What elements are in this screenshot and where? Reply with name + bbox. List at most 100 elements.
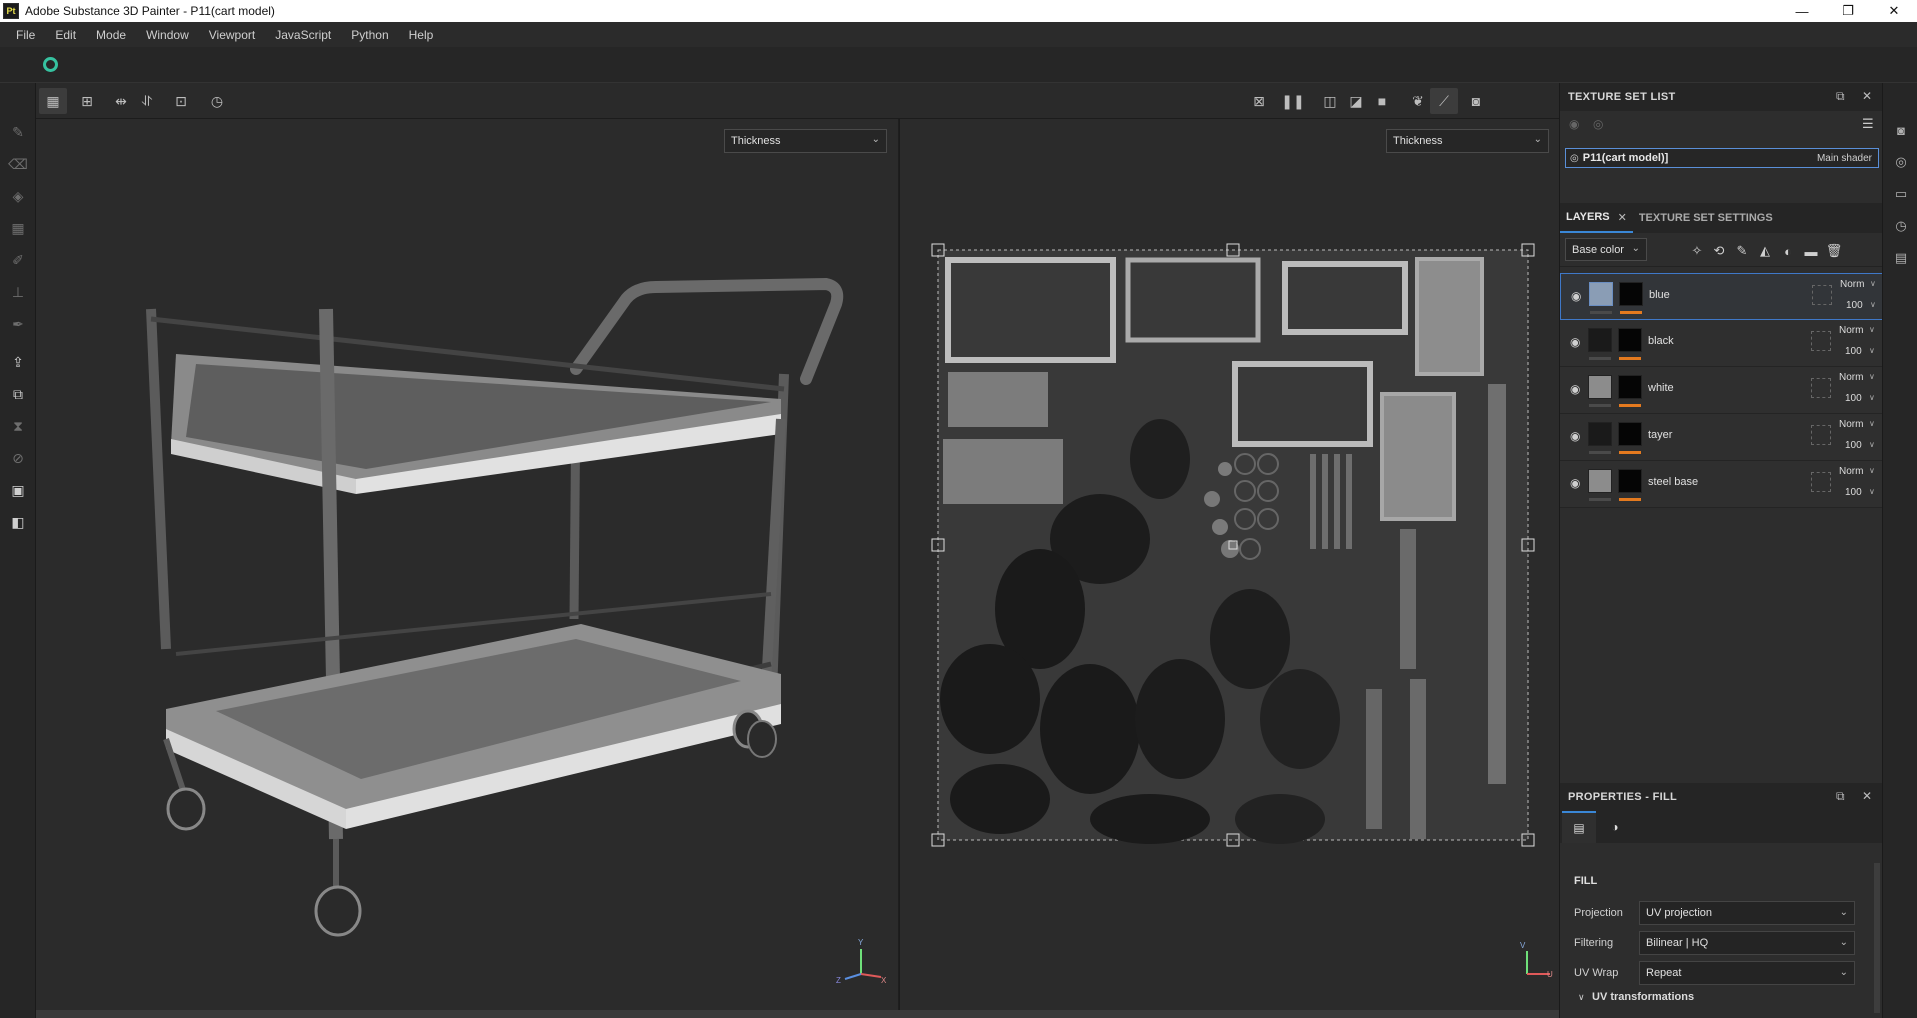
uv-transformations-section[interactable]: ∨ UV transformations	[1560, 989, 1883, 1009]
environment-icon[interactable]: ❦	[1404, 88, 1432, 114]
layer-row[interactable]: ◉ blue Norm ∨ 100 ∨	[1560, 273, 1883, 320]
undock-icon[interactable]: ⧉	[1836, 89, 1845, 104]
cut-tool-icon[interactable]: ⊘	[9, 449, 27, 467]
layer-row[interactable]: ◉ white Norm ∨ 100 ∨	[1560, 367, 1883, 414]
delete-layer-icon[interactable]: 🗑	[1825, 242, 1843, 260]
layer-row[interactable]: ◉ tayer Norm ∨ 100 ∨	[1560, 414, 1883, 461]
viewport-3d[interactable]: Thickness ⌄ Y X Z	[36, 119, 898, 1010]
undock-icon[interactable]: ⧉	[1836, 789, 1845, 804]
grid-mode-icon[interactable]: ⊞	[73, 88, 101, 114]
uvwrap-select[interactable]: Repeat ⌄	[1639, 961, 1855, 985]
layer-mask-slot[interactable]	[1811, 378, 1831, 398]
layer-mask-thumbnail[interactable]	[1618, 422, 1642, 446]
screenshot-icon[interactable]: ◙	[1462, 88, 1490, 114]
eye-icon[interactable]: ◉	[1570, 476, 1580, 490]
plugin-status-icon[interactable]	[43, 57, 58, 72]
add-paint-layer-icon[interactable]: ✎	[1733, 242, 1751, 260]
eye-icon[interactable]: ◎	[1570, 153, 1579, 164]
close-panel-icon[interactable]: ✕	[1862, 89, 1872, 103]
color-picker-icon[interactable]: ✒	[9, 315, 27, 333]
layer-mask-slot[interactable]	[1811, 472, 1831, 492]
layer-mask-slot[interactable]	[1811, 425, 1831, 445]
menu-window[interactable]: Window	[136, 28, 199, 42]
menu-javascript[interactable]: JavaScript	[265, 28, 341, 42]
close-panel-icon[interactable]: ✕	[1862, 789, 1872, 803]
camera-icon[interactable]: ■	[1368, 88, 1396, 114]
properties-scrollbar[interactable]	[1874, 863, 1880, 1013]
eye-icon[interactable]: ◉	[1570, 335, 1580, 349]
tab-texture-set-settings[interactable]: TEXTURE SET SETTINGS	[1633, 203, 1779, 233]
menu-python[interactable]: Python	[341, 28, 398, 42]
clone-stamp-icon[interactable]: ⊥	[9, 283, 27, 301]
add-mask-icon[interactable]: ⟲	[1710, 242, 1728, 260]
texture-set-shader[interactable]: Main shader	[1817, 153, 1872, 164]
smudge-icon[interactable]: ✐	[9, 251, 27, 269]
close-window-button[interactable]: ✕	[1871, 0, 1917, 22]
minimize-button[interactable]: —	[1779, 0, 1825, 22]
opacity-value[interactable]: 100	[1845, 393, 1862, 404]
eye-icon[interactable]: ◉	[1570, 429, 1580, 443]
symmetry-y-icon[interactable]: ⥯	[133, 88, 161, 114]
measure-icon[interactable]: ⧗	[9, 417, 27, 435]
layer-mask-thumbnail[interactable]	[1619, 282, 1643, 306]
projection-select[interactable]: UV projection ⌄	[1639, 901, 1855, 925]
projection-icon[interactable]: ◈	[9, 187, 27, 205]
material-tab-icon[interactable]: ◑	[1600, 811, 1630, 843]
eye-icon[interactable]: ◉	[1571, 289, 1581, 303]
eraser-icon[interactable]: ⌫	[8, 155, 28, 173]
viewport-2d-uv[interactable]: Thickness ⌄ V U	[899, 119, 1559, 1010]
select-mode-icon[interactable]: ▦	[39, 88, 67, 114]
add-fill-layer-icon[interactable]: ◭	[1756, 242, 1774, 260]
bake-export-icon[interactable]: ⇪	[9, 353, 27, 371]
add-folder-icon[interactable]: ▬	[1802, 242, 1820, 260]
blend-mode-select[interactable]: Norm	[1839, 325, 1863, 336]
tab-layers[interactable]: LAYERS ✕	[1560, 203, 1633, 233]
blend-mode-select[interactable]: Norm	[1839, 372, 1863, 383]
layer-mask-thumbnail[interactable]	[1618, 469, 1642, 493]
layer-mask-slot[interactable]	[1811, 331, 1831, 351]
history-panel-icon[interactable]: ◷	[1892, 217, 1910, 235]
opacity-value[interactable]: 100	[1845, 346, 1862, 357]
shelf-panel-icon[interactable]: ▭	[1892, 185, 1910, 203]
eye-icon[interactable]: ◎	[1593, 117, 1603, 131]
opacity-value[interactable]: 100	[1845, 440, 1862, 451]
hide-icon[interactable]: ⊠	[1245, 88, 1273, 114]
menu-file[interactable]: File	[6, 28, 45, 42]
paint-mode-icon[interactable]: ⟋	[1430, 88, 1458, 114]
opacity-value[interactable]: 100	[1846, 300, 1863, 311]
close-tab-icon[interactable]: ✕	[1618, 211, 1627, 224]
add-frame-icon[interactable]: ⊡	[167, 88, 195, 114]
log-panel-icon[interactable]: ▤	[1892, 249, 1910, 267]
blend-mode-select[interactable]: Norm	[1839, 419, 1863, 430]
add-smart-material-icon[interactable]: ◐	[1779, 242, 1797, 260]
material-picker-icon[interactable]: ⧉	[9, 385, 27, 403]
fill-settings-tab-icon[interactable]: ▤	[1562, 811, 1596, 843]
3d-view-icon[interactable]: ◧	[9, 513, 27, 531]
display-settings-icon[interactable]: ◎	[1892, 153, 1910, 171]
blend-mode-select[interactable]: Norm	[1840, 279, 1864, 290]
restore-button[interactable]: ❐	[1825, 0, 1871, 22]
menu-help[interactable]: Help	[399, 28, 444, 42]
history-icon[interactable]: ◷	[203, 88, 231, 114]
texture-set-item[interactable]: ◎ P11(cart model)] Main shader	[1565, 148, 1879, 168]
geometry-decal-icon[interactable]: ▦	[9, 219, 27, 237]
cube-view-icon[interactable]: ◪	[1342, 88, 1370, 114]
add-effect-icon[interactable]: ✧	[1688, 242, 1706, 260]
symmetry-x-icon[interactable]: ⇹	[107, 88, 135, 114]
layer-row[interactable]: ◉ black Norm ∨ 100 ∨	[1560, 320, 1883, 367]
filtering-select[interactable]: Bilinear | HQ ⌄	[1639, 931, 1855, 955]
blend-mode-select[interactable]: Norm	[1839, 466, 1863, 477]
opacity-value[interactable]: 100	[1845, 487, 1862, 498]
layer-row[interactable]: ◉ steel base Norm ∨ 100 ∨	[1560, 461, 1883, 508]
layer-mask-slot[interactable]	[1812, 285, 1832, 305]
layer-mask-thumbnail[interactable]	[1618, 328, 1642, 352]
menu-mode[interactable]: Mode	[86, 28, 136, 42]
menu-icon[interactable]: ☰	[1862, 116, 1874, 132]
split-view-icon[interactable]: ◫	[1316, 88, 1344, 114]
hidden-eye-icon[interactable]: ◉	[1569, 117, 1579, 131]
assets-icon[interactable]: ▣	[9, 481, 27, 499]
pause-icon[interactable]: ❚❚	[1279, 88, 1307, 114]
channel-select[interactable]: Base color ⌄	[1565, 238, 1647, 261]
layer-mask-thumbnail[interactable]	[1618, 375, 1642, 399]
eye-icon[interactable]: ◉	[1570, 382, 1580, 396]
